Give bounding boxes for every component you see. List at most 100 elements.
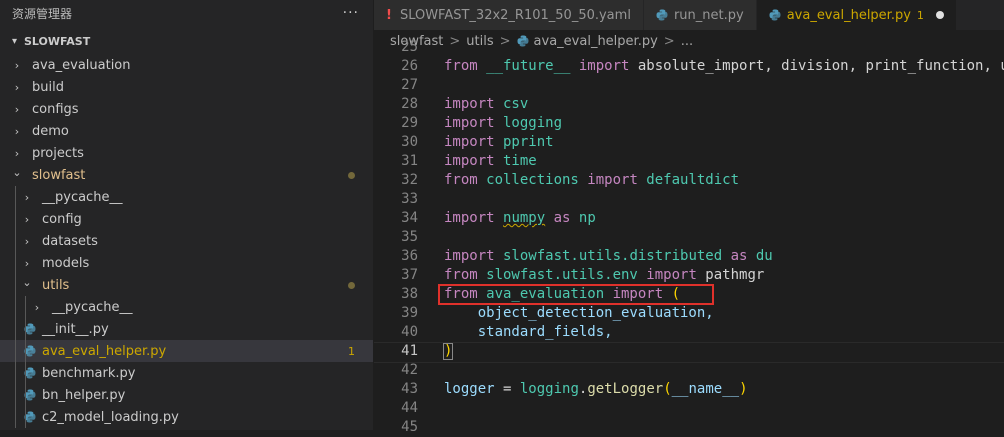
editor-tab[interactable]: run_net.py (643, 0, 757, 30)
tree-item-label: configs (32, 101, 79, 117)
file-item[interactable]: c2_model_loading.py (0, 406, 373, 428)
code-line[interactable]: 30 import pprint (374, 133, 1004, 152)
file-item[interactable]: bn_helper.py (0, 384, 373, 406)
editor-area: ! SLOWFAST_32x2_R101_50_50.yaml run_net.py… (374, 0, 1004, 435)
folder-item[interactable]: › __pycache__ (0, 296, 373, 318)
highlight-annotation-box (438, 284, 714, 305)
folder-item[interactable]: › build (0, 76, 373, 98)
code-token: import (444, 153, 495, 169)
file-item[interactable]: __init__.py (0, 318, 373, 340)
code-token: np (570, 210, 596, 226)
folder-item[interactable]: › configs (0, 98, 373, 120)
code-text: import slowfast.utils.distributed as du (444, 247, 773, 266)
code-line[interactable]: 25 (374, 38, 1004, 57)
folder-item[interactable]: › __pycache__ (0, 186, 373, 208)
file-item[interactable]: ava_eval_helper.py 1 (0, 340, 373, 362)
line-number: 28 (401, 96, 418, 112)
code-line[interactable]: 35 (374, 228, 1004, 247)
code-text: object_detection_evaluation, (444, 304, 714, 323)
editor-tab[interactable]: ! SLOWFAST_32x2_R101_50_50.yaml (374, 0, 644, 30)
code-token: as (545, 210, 571, 226)
code-line[interactable]: 43 logger = logging.getLogger(__name__) (374, 380, 1004, 399)
editor-tab[interactable]: ava_eval_helper.py 1 (756, 0, 957, 30)
line-number: 26 (401, 58, 418, 74)
tree-item-label: models (42, 255, 90, 271)
code-token: as (722, 248, 748, 264)
code-token: slowfast.utils.distributed (494, 248, 723, 264)
folder-item[interactable]: › ava_evaluation (0, 54, 373, 76)
code-line[interactable]: 31 import time (374, 152, 1004, 171)
code-token: absolute_import, division, print_functio… (629, 58, 1004, 74)
code-token: from (444, 267, 478, 283)
code-editor[interactable]: 25 26 from __future__ import absolute_impo… (374, 39, 1004, 435)
indent-guide (15, 186, 16, 428)
explorer-sidebar: 资源管理器 ··· ▾ SLOWFAST › ava_evaluation › bui… (0, 0, 373, 430)
code-token: import (646, 267, 697, 283)
code-token: logging (519, 381, 579, 397)
line-number: 43 (401, 381, 418, 397)
tree-item-label: __pycache__ (52, 299, 133, 315)
code-line[interactable]: 45 (374, 418, 1004, 437)
folder-item[interactable]: › demo (0, 120, 373, 142)
code-text: logger = logging.getLogger(__name__) (444, 380, 748, 399)
tree-item-label: config (42, 211, 82, 227)
file-tree: › ava_evaluation › build › configs › demo › proje… (0, 54, 373, 428)
tree-item-label: ava_evaluation (32, 57, 131, 73)
code-line[interactable]: 42 (374, 361, 1004, 380)
problem-count-badge: 1 (348, 344, 355, 358)
code-text: import numpy as np (444, 209, 596, 228)
code-line[interactable]: 39 object_detection_evaluation, (374, 304, 1004, 323)
unsaved-dot-icon[interactable] (935, 11, 944, 19)
code-token: slowfast.utils.env (477, 267, 647, 283)
code-token: from (444, 172, 478, 188)
more-actions-icon[interactable]: ··· (343, 5, 359, 21)
code-line[interactable]: 27 (374, 76, 1004, 95)
code-line[interactable]: 34 import numpy as np (374, 209, 1004, 228)
code-line[interactable]: 32 from collections import defaultdict (374, 171, 1004, 190)
tree-item-label: projects (32, 145, 84, 161)
code-line[interactable]: 28 import csv (374, 95, 1004, 114)
line-number: 45 (401, 419, 418, 435)
code-token: du (747, 248, 773, 264)
code-line[interactable]: 41) (374, 342, 1004, 361)
folder-item[interactable]: › config (0, 208, 373, 230)
chevron-right-icon: › (24, 234, 30, 248)
folder-item[interactable]: ⌄ slowfast (0, 164, 373, 186)
file-item[interactable]: benchmark.py (0, 362, 373, 384)
tree-item-label: __init__.py (42, 321, 109, 337)
modified-dot-icon (348, 171, 355, 179)
code-line[interactable]: 37 from slowfast.utils.env import pathmgr (374, 266, 1004, 285)
line-number: 36 (401, 248, 418, 264)
line-number: 35 (401, 229, 418, 245)
code-line[interactable]: 26 from __future__ import absolute_import… (374, 57, 1004, 76)
chevron-right-icon: › (14, 102, 20, 116)
line-number: 39 (401, 305, 418, 321)
tree-item-label: build (32, 79, 64, 95)
folder-item[interactable]: ⌄ utils (0, 274, 373, 296)
folder-item[interactable]: › projects (0, 142, 373, 164)
chevron-right-icon: › (14, 80, 20, 94)
line-number: 32 (401, 172, 418, 188)
code-line[interactable]: 33 (374, 190, 1004, 209)
code-line[interactable]: 36 import slowfast.utils.distributed as d… (374, 247, 1004, 266)
folder-item[interactable]: › models (0, 252, 373, 274)
code-text: import csv (444, 95, 528, 114)
workspace-root[interactable]: ▾ SLOWFAST (0, 28, 373, 54)
tree-item-label: ava_eval_helper.py (42, 343, 167, 359)
code-token: from (444, 58, 478, 74)
line-number: 27 (401, 77, 418, 93)
code-token: collections (477, 172, 588, 188)
code-token: ( (663, 381, 672, 397)
code-token: import (444, 248, 495, 264)
line-number: 41 (401, 343, 418, 359)
code-line[interactable]: 44 (374, 399, 1004, 418)
code-line[interactable]: 40 standard_fields, (374, 323, 1004, 342)
tree-item-label: __pycache__ (42, 189, 123, 205)
chevron-right-icon: › (14, 146, 20, 160)
chevron-right-icon: › (24, 212, 30, 226)
line-number: 44 (401, 400, 418, 416)
code-line[interactable]: 29 import logging (374, 114, 1004, 133)
chevron-right-icon: › (24, 256, 30, 270)
code-token: pathmgr (696, 267, 765, 283)
folder-item[interactable]: › datasets (0, 230, 373, 252)
